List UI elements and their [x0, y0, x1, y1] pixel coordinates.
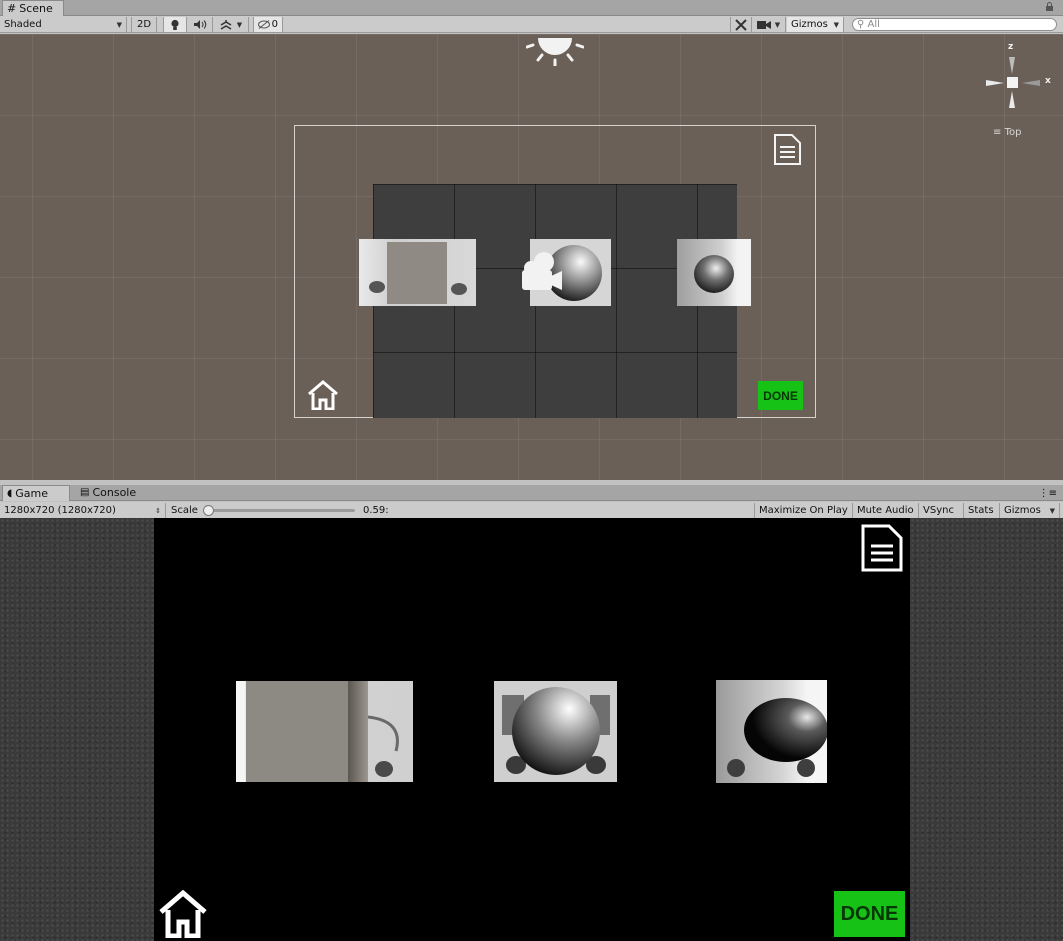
- speaker-icon: [193, 20, 206, 29]
- document-icon[interactable]: [860, 523, 904, 573]
- scene-view[interactable]: z x ≡ Top DONE: [0, 34, 1063, 480]
- resolution-dropdown[interactable]: 1280x720 (1280x720) ⇕: [0, 503, 166, 518]
- car-icon: [367, 715, 399, 777]
- home-icon[interactable]: [307, 380, 339, 410]
- mute-audio-label: Mute Audio: [857, 504, 914, 516]
- grid-icon: #: [7, 1, 17, 15]
- tab-console-label: Console: [92, 486, 137, 499]
- gizmo-axis-x-label: x: [1045, 76, 1051, 86]
- slider-track: [207, 509, 355, 512]
- car-icon: [369, 281, 467, 295]
- tab-game-label: Game: [15, 486, 49, 500]
- scene-toolbar: Shaded ▼ 2D ▼ 0 ▼ Gizmos ▼ ⚲ All: [0, 16, 1063, 33]
- console-icon: ▤: [80, 487, 90, 498]
- lighting-toggle[interactable]: [163, 17, 187, 32]
- camera-icon: [756, 20, 771, 29]
- puzzle-card-2[interactable]: [494, 681, 617, 782]
- toggle-2d-button[interactable]: 2D: [131, 17, 157, 32]
- chevron-down-icon: ▼: [1049, 506, 1055, 515]
- scene-thumbnail-3[interactable]: [677, 239, 751, 306]
- scene-visibility-toggle[interactable]: 0: [253, 17, 283, 32]
- view-mode-label[interactable]: ≡ Top: [993, 127, 1021, 138]
- vsync-label: VSync: [923, 504, 954, 516]
- tools-icon: [735, 18, 747, 31]
- shading-mode-dropdown[interactable]: Shaded ▼: [0, 17, 127, 32]
- effects-dropdown[interactable]: ▼: [213, 17, 249, 32]
- window-lock-icon[interactable]: [1046, 2, 1053, 11]
- gizmos-dropdown[interactable]: Gizmos ▼: [787, 17, 844, 32]
- scale-value: 0.59:: [359, 503, 395, 518]
- game-view[interactable]: DONE: [0, 518, 1063, 941]
- scale-value-text: 0.59:: [363, 504, 389, 516]
- home-icon[interactable]: [158, 890, 208, 938]
- game-canvas[interactable]: DONE: [154, 518, 910, 941]
- puzzle-card-1[interactable]: [236, 681, 413, 782]
- audio-toggle[interactable]: [187, 17, 213, 32]
- tab-console[interactable]: ▤ Console: [76, 485, 152, 501]
- lightbulb-icon: [171, 19, 179, 30]
- sphere-icon: [727, 698, 827, 777]
- document-icon[interactable]: [773, 133, 802, 166]
- scale-slider[interactable]: [203, 505, 355, 516]
- camera-gizmo-icon[interactable]: [520, 249, 562, 297]
- stats-toggle[interactable]: Stats: [964, 503, 1000, 518]
- scale-label: Scale: [167, 503, 201, 518]
- pacman-icon: ◖: [7, 487, 13, 499]
- maximize-on-play-toggle[interactable]: Maximize On Play: [754, 503, 853, 518]
- game-toolbar: 1280x720 (1280x720) ⇕ Scale 0.59: Maximi…: [0, 502, 1063, 519]
- search-icon: ⚲: [857, 19, 865, 30]
- done-button-label: DONE: [840, 902, 899, 925]
- shading-mode-value: Shaded: [4, 18, 42, 30]
- gizmos-label: Gizmos: [791, 18, 828, 30]
- scene-tabbar: # Scene: [0, 0, 1063, 16]
- search-placeholder: All: [867, 19, 880, 30]
- sun-icon[interactable]: [526, 34, 584, 66]
- chevron-down-icon: ▼: [774, 20, 781, 29]
- game-gizmos-dropdown[interactable]: Gizmos ▼: [1000, 503, 1060, 518]
- puzzle-card-3[interactable]: [716, 680, 827, 783]
- resolution-value: 1280x720 (1280x720): [4, 504, 116, 516]
- sphere-icon: [502, 687, 610, 775]
- scale-label-text: Scale: [171, 504, 198, 516]
- scene-thumbnail-1[interactable]: [359, 239, 476, 306]
- camera-dropdown[interactable]: ▼: [752, 17, 786, 32]
- game-tabbar: ◖ Game ▤ Console ⋮≡: [0, 485, 1063, 501]
- chevron-down-icon: ▼: [833, 20, 839, 29]
- tab-game[interactable]: ◖ Game: [2, 485, 70, 501]
- toggle-2d-label: 2D: [136, 18, 152, 30]
- mute-audio-toggle[interactable]: Mute Audio: [853, 503, 919, 518]
- game-gizmos-label: Gizmos: [1004, 504, 1041, 516]
- scene-search-field[interactable]: ⚲ All: [852, 18, 1057, 31]
- chevron-down-icon: ▼: [116, 20, 122, 29]
- done-button[interactable]: DONE: [758, 381, 803, 410]
- chevron-updown-icon: ⇕: [155, 506, 161, 515]
- menu-icon: ≡: [993, 127, 1002, 138]
- eye-hidden-icon: [258, 20, 270, 29]
- maximize-on-play-label: Maximize On Play: [759, 504, 848, 516]
- gizmo-axis-z-label: z: [1008, 42, 1014, 52]
- sphere-icon: [694, 255, 734, 293]
- view-mode-text: Top: [1004, 127, 1022, 138]
- vsync-toggle[interactable]: VSync: [919, 503, 964, 518]
- tools-button[interactable]: [730, 17, 752, 32]
- effects-icon: [220, 19, 232, 30]
- hidden-count: 0: [271, 18, 278, 30]
- panel-menu-icon[interactable]: ⋮≡: [1039, 488, 1057, 499]
- tab-scene[interactable]: # Scene: [2, 0, 64, 16]
- stats-label: Stats: [968, 504, 994, 516]
- done-button[interactable]: DONE: [834, 891, 905, 937]
- done-button-label: DONE: [763, 388, 798, 403]
- tab-scene-label: Scene: [19, 1, 53, 15]
- chevron-down-icon: ▼: [236, 20, 243, 29]
- slider-thumb[interactable]: [203, 505, 214, 516]
- orientation-gizmo[interactable]: z x: [984, 42, 1054, 116]
